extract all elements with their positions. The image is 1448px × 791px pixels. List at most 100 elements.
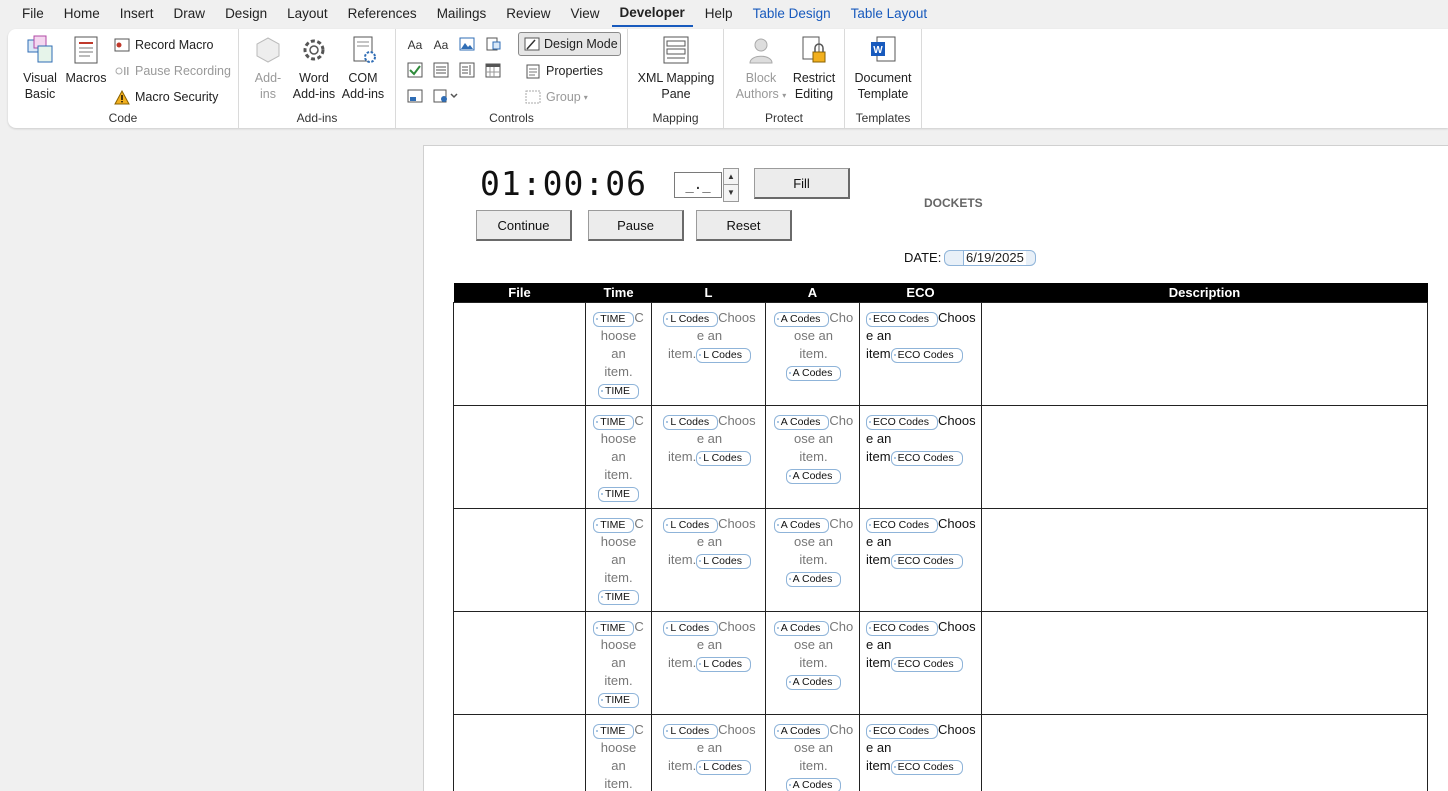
rich-text-control-icon[interactable]: Aa [406, 36, 424, 54]
description-cell[interactable] [981, 404, 1428, 509]
word-addins-button[interactable]: Word Add-ins [291, 33, 337, 102]
eco-cell[interactable]: ECO Codes Choos e an item ECO Codes [859, 713, 982, 791]
l-codes-tag[interactable]: L Codes [663, 620, 719, 636]
time-cell[interactable]: TIMEC hoose an item. TIME [585, 713, 652, 791]
legacy-tools-icon[interactable] [406, 87, 424, 105]
eco-cell[interactable]: ECO Codes Choos e an item ECO Codes [859, 301, 982, 406]
description-cell[interactable] [981, 301, 1428, 406]
visual-basic-button[interactable]: Visual Basic [20, 33, 60, 102]
l-cell[interactable]: L Codes Choos e an item. L Codes [651, 507, 766, 612]
time-tag[interactable]: TIME [593, 723, 635, 739]
l-cell[interactable]: L Codes Choos e an item. L Codes [651, 301, 766, 406]
time-cell[interactable]: TIMEC hoose an item. TIME [585, 404, 652, 509]
a-codes-tag[interactable]: A Codes [773, 311, 830, 327]
a-cell[interactable]: A Codes Cho ose an item. A Codes [765, 301, 860, 406]
time-tag[interactable]: TIME [593, 311, 635, 327]
file-cell[interactable] [453, 610, 586, 715]
l-codes-tag-end[interactable]: L Codes [696, 759, 751, 775]
eco-cell[interactable]: ECO Codes Choos e an item ECO Codes [859, 404, 982, 509]
tab-layout[interactable]: Layout [279, 1, 336, 27]
fill-button[interactable]: Fill [754, 168, 850, 199]
combo-box-control-icon[interactable] [432, 61, 450, 79]
a-cell[interactable]: A Codes Cho ose an item. A Codes [765, 404, 860, 509]
date-value[interactable]: 6/19/2025 [964, 250, 1026, 266]
tab-review[interactable]: Review [498, 1, 558, 27]
picture-control-icon[interactable] [458, 35, 476, 53]
document-page[interactable]: 01:00:06 _._ ▲ ▼ Fill Continue Pause Res… [423, 145, 1448, 791]
repeating-section-control-icon[interactable] [432, 87, 462, 105]
l-codes-tag-end[interactable]: L Codes [696, 656, 751, 672]
eco-codes-tag[interactable]: ECO Codes [866, 723, 939, 739]
tab-table-layout[interactable]: Table Layout [843, 1, 936, 27]
tab-developer[interactable]: Developer [611, 1, 693, 27]
date-picker-control-icon[interactable] [484, 61, 502, 79]
eco-codes-tag[interactable]: ECO Codes [866, 620, 939, 636]
time-cell[interactable]: TIMEC hoose an item. TIME [585, 507, 652, 612]
group-button[interactable]: Group ▾ [524, 86, 588, 108]
record-macro-button[interactable]: Record Macro [113, 34, 214, 56]
eco-codes-tag-end[interactable]: ECO Codes [890, 347, 963, 363]
file-cell[interactable] [453, 507, 586, 612]
a-codes-tag-end[interactable]: A Codes [785, 365, 842, 381]
tab-file[interactable]: File [14, 1, 52, 27]
properties-button[interactable]: Properties [524, 60, 603, 82]
eco-codes-tag[interactable]: ECO Codes [866, 311, 939, 327]
continue-button[interactable]: Continue [476, 210, 572, 241]
l-codes-tag[interactable]: L Codes [663, 311, 719, 327]
spin-input[interactable]: _._ [674, 172, 722, 198]
spin-down-icon[interactable]: ▼ [724, 185, 738, 201]
a-codes-tag[interactable]: A Codes [773, 517, 830, 533]
time-tag-end[interactable]: TIME [597, 692, 640, 708]
reset-button[interactable]: Reset [696, 210, 792, 241]
time-tag[interactable]: TIME [593, 620, 635, 636]
a-codes-tag-end[interactable]: A Codes [785, 571, 842, 587]
l-cell[interactable]: L Codes Choos e an item. L Codes [651, 610, 766, 715]
l-codes-tag[interactable]: L Codes [663, 723, 719, 739]
a-cell[interactable]: A Codes Cho ose an item. A Codes [765, 507, 860, 612]
pause-button[interactable]: Pause [588, 210, 684, 241]
time-tag-end[interactable]: TIME [597, 486, 640, 502]
xml-mapping-pane-button[interactable]: XML Mapping Pane [636, 33, 716, 102]
l-cell[interactable]: L Codes Choos e an item. L Codes [651, 404, 766, 509]
date-control-handle[interactable] [944, 250, 964, 266]
l-codes-tag-end[interactable]: L Codes [696, 553, 751, 569]
a-cell[interactable]: A Codes Cho ose an item. A Codes [765, 713, 860, 791]
description-cell[interactable] [981, 713, 1428, 791]
tab-insert[interactable]: Insert [112, 1, 162, 27]
spin-buttons[interactable]: ▲ ▼ [723, 168, 739, 202]
a-codes-tag[interactable]: A Codes [773, 723, 830, 739]
l-codes-tag-end[interactable]: L Codes [696, 347, 751, 363]
a-cell[interactable]: A Codes Cho ose an item. A Codes [765, 610, 860, 715]
restrict-editing-button[interactable]: Restrict Editing [790, 33, 838, 102]
addins-button[interactable]: Add- ins [251, 33, 285, 102]
eco-codes-tag-end[interactable]: ECO Codes [890, 450, 963, 466]
building-block-control-icon[interactable] [484, 35, 502, 53]
eco-codes-tag-end[interactable]: ECO Codes [890, 759, 963, 775]
eco-cell[interactable]: ECO Codes Choos e an item ECO Codes [859, 610, 982, 715]
a-codes-tag-end[interactable]: A Codes [785, 674, 842, 690]
a-codes-tag-end[interactable]: A Codes [785, 468, 842, 484]
date-content-control[interactable]: 6/19/2025 [944, 249, 1036, 267]
pause-recording-button[interactable]: Pause Recording [113, 60, 231, 82]
time-cell[interactable]: TIMEC hoose an item. TIME [585, 301, 652, 406]
time-tag-end[interactable]: TIME [597, 383, 640, 399]
a-codes-tag[interactable]: A Codes [773, 414, 830, 430]
file-cell[interactable] [453, 301, 586, 406]
description-cell[interactable] [981, 507, 1428, 612]
tab-design[interactable]: Design [217, 1, 275, 27]
file-cell[interactable] [453, 713, 586, 791]
plain-text-control-icon[interactable]: Aa [432, 36, 450, 54]
eco-codes-tag[interactable]: ECO Codes [866, 414, 939, 430]
eco-codes-tag[interactable]: ECO Codes [866, 517, 939, 533]
file-cell[interactable] [453, 404, 586, 509]
tab-table-design[interactable]: Table Design [745, 1, 839, 27]
eco-codes-tag-end[interactable]: ECO Codes [890, 553, 963, 569]
document-template-button[interactable]: W Document Template [851, 33, 915, 102]
block-authors-button[interactable]: Block Authors ▾ [732, 33, 790, 104]
eco-cell[interactable]: ECO Codes Choos e an item ECO Codes [859, 507, 982, 612]
com-addins-button[interactable]: COM Add-ins [340, 33, 386, 102]
l-codes-tag[interactable]: L Codes [663, 414, 719, 430]
tab-draw[interactable]: Draw [166, 1, 214, 27]
description-cell[interactable] [981, 610, 1428, 715]
time-tag[interactable]: TIME [593, 414, 635, 430]
